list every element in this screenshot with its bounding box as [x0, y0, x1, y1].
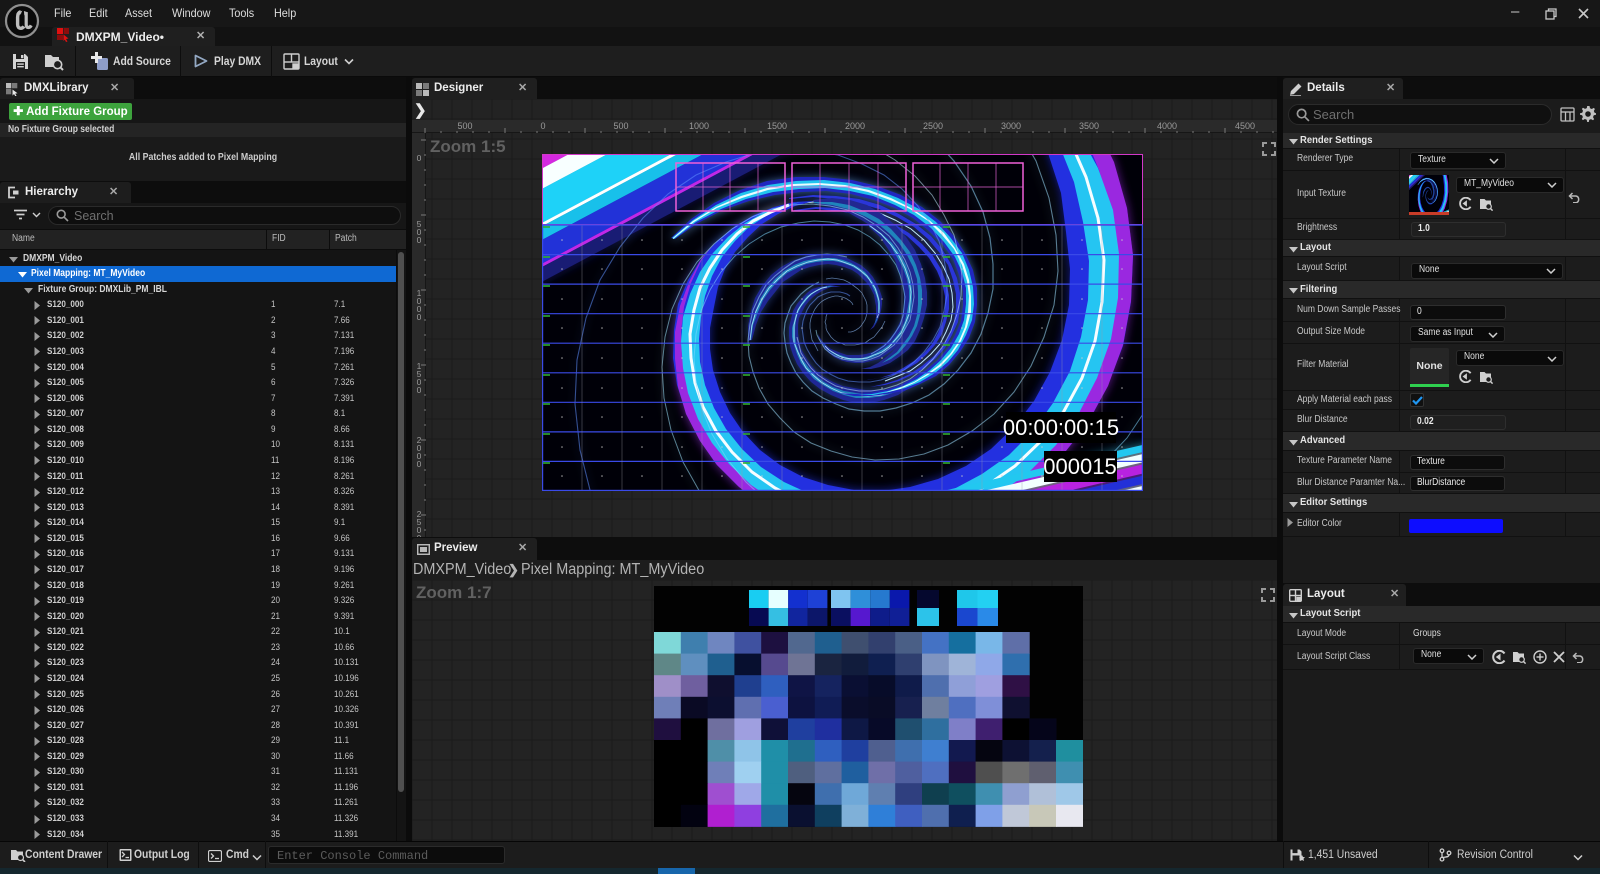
svg-text:500: 500 [457, 121, 472, 131]
svg-text:0: 0 [417, 459, 422, 469]
svg-text:0: 0 [417, 385, 422, 395]
svg-text:0: 0 [417, 153, 422, 163]
svg-text:3000: 3000 [1001, 121, 1021, 131]
svg-text:2500: 2500 [923, 121, 943, 131]
svg-text:3500: 3500 [1079, 121, 1099, 131]
svg-text:4000: 4000 [1157, 121, 1177, 131]
svg-text:4500: 4500 [1235, 121, 1255, 131]
svg-text:2000: 2000 [845, 121, 865, 131]
svg-text:500: 500 [613, 121, 628, 131]
svg-text:0: 0 [417, 312, 422, 322]
svg-text:00:00:00:15: 00:00:00:15 [1003, 415, 1119, 440]
svg-text:1000: 1000 [689, 121, 709, 131]
svg-text:1500: 1500 [767, 121, 787, 131]
svg-text:0: 0 [540, 121, 545, 131]
svg-text:0: 0 [417, 235, 422, 245]
svg-text:000015: 000015 [1043, 454, 1116, 479]
